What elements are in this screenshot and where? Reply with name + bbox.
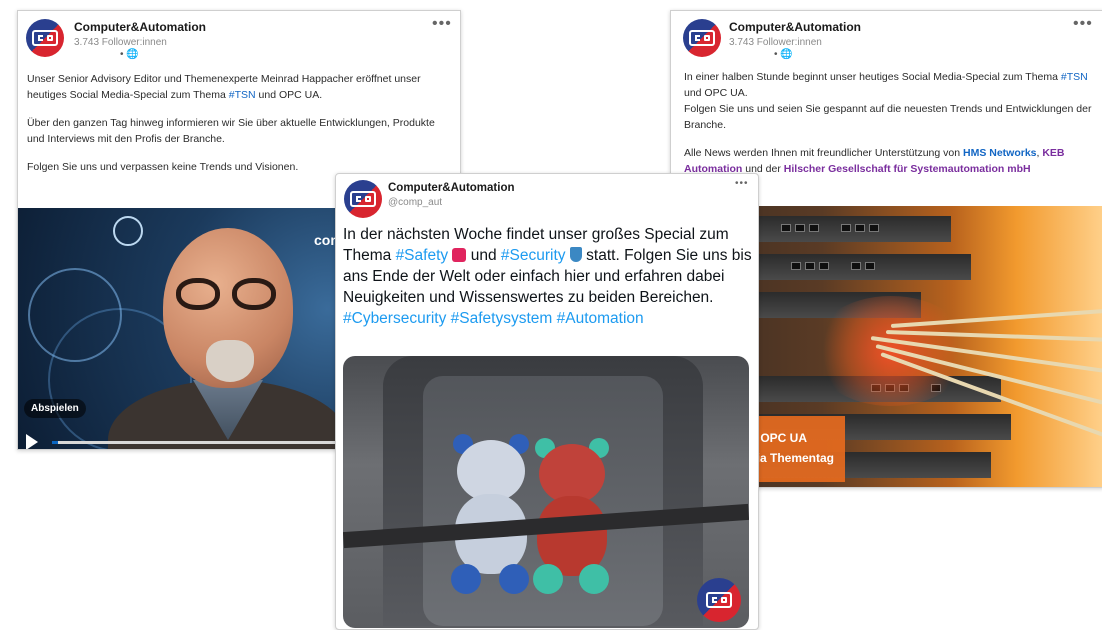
post-body: In einer halben Stunde beginnt unser heu… xyxy=(684,69,1094,189)
watermark-logo xyxy=(697,578,741,622)
post-header: Computer&Automation 3.743 Follower:innen… xyxy=(18,11,460,67)
author-name[interactable]: Computer&Automation xyxy=(729,20,861,34)
play-label[interactable]: Abspielen xyxy=(24,399,86,418)
follower-count: 3.743 Follower:innen xyxy=(74,37,167,48)
company-logo-avatar[interactable] xyxy=(683,19,721,57)
post-paragraph: Über den ganzen Tag hinweg informieren w… xyxy=(27,117,435,145)
globe-icon: • 🌐 xyxy=(774,49,793,60)
post-paragraph: Unser Senior Advisory Editor und Themene… xyxy=(27,73,421,101)
follower-count: 3.743 Follower:innen xyxy=(729,37,822,48)
company-logo-avatar[interactable] xyxy=(344,180,382,218)
tweet-photo[interactable] xyxy=(343,356,749,628)
hashtag-safety[interactable]: #Safety xyxy=(396,247,449,264)
more-options-icon[interactable]: ••• xyxy=(735,178,749,189)
lightbulb-icon xyxy=(113,216,143,246)
sponsor-link-hilscher[interactable]: Hilscher Gesellschaft für Systemautomati… xyxy=(784,163,1031,175)
video-progress-fill xyxy=(52,441,58,444)
post-paragraph: In einer halben Stunde beginnt unser heu… xyxy=(684,71,1092,131)
hashtag-tsn[interactable]: #TSN xyxy=(1061,71,1088,83)
play-icon[interactable] xyxy=(26,434,38,449)
more-options-icon[interactable]: ••• xyxy=(432,15,452,33)
hashtag-security[interactable]: #Security xyxy=(501,247,566,264)
emergency-icon xyxy=(452,248,467,262)
twitter-handle[interactable]: @comp_aut xyxy=(388,197,442,208)
tweet-text: In der nächsten Woche findet unser große… xyxy=(343,226,752,327)
hashtag-line[interactable]: #Cybersecurity #Safetysystem #Automation xyxy=(343,310,644,327)
video-progress-bar[interactable] xyxy=(52,441,342,444)
glasses xyxy=(176,278,286,312)
globe-icon: • 🌐 xyxy=(120,49,139,60)
post-header: Computer&Automation 3.743 Follower:innen… xyxy=(671,11,1102,67)
company-logo-avatar[interactable] xyxy=(26,19,64,57)
hashtag-tsn[interactable]: #TSN xyxy=(229,89,256,101)
post-body: Unser Senior Advisory Editor und Themene… xyxy=(27,71,452,187)
author-name[interactable]: Computer&Automation xyxy=(74,20,206,34)
tweet-card: Computer&Automation @comp_aut ••• In der… xyxy=(335,173,759,630)
sponsor-link-hms[interactable]: HMS Networks xyxy=(963,147,1037,159)
shield-icon xyxy=(569,247,582,262)
author-name[interactable]: Computer&Automation xyxy=(388,182,515,194)
more-options-icon[interactable]: ••• xyxy=(1073,15,1093,33)
